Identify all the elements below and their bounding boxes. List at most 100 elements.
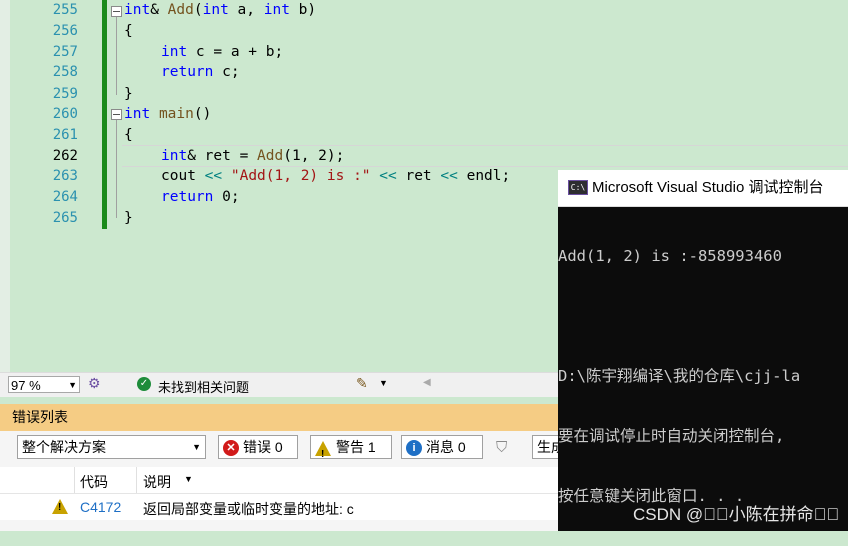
line-number: 258: [52, 64, 78, 80]
code-text: (): [193, 106, 212, 122]
messages-filter-button[interactable]: i 消息 0: [401, 435, 483, 459]
collapse-icon[interactable]: [111, 109, 122, 120]
column-divider: [74, 467, 75, 493]
table-row[interactable]: C4172 返回局部变量或临时变量的地址: c: [0, 494, 558, 520]
code-text: }: [124, 210, 133, 226]
line-number: 255: [52, 2, 78, 18]
error-list-toolbar: 整个解决方案 ▼ ✕错误 0 警告 1 i消息 0 ⛉ 生成: [0, 431, 562, 466]
filter-icon[interactable]: ⛉: [496, 439, 507, 456]
operator: <<: [379, 168, 397, 184]
error-code-link[interactable]: C4172: [80, 499, 121, 515]
column-header-description[interactable]: 说明: [143, 472, 171, 492]
line-number-current: 262: [52, 148, 78, 164]
code-text: (: [193, 2, 203, 18]
code-line[interactable]: return c;: [161, 62, 240, 83]
console-line: 要在调试停止时自动关闭控制台,: [558, 427, 785, 445]
operator: <<: [204, 168, 223, 184]
string-literal: "Add(1, 2) is :": [222, 168, 380, 184]
code-text: {: [124, 127, 133, 143]
zoom-dropdown[interactable]: 97 % ▼: [8, 376, 80, 393]
code-text: c;: [213, 64, 240, 80]
code-line[interactable]: int c = a + b;: [161, 42, 283, 63]
code-line[interactable]: }: [124, 84, 133, 105]
error-list-panel: 错误列表 整个解决方案 ▼ ✕错误 0 警告 1 i消息 0 ⛉ 生成 代码 说…: [0, 404, 562, 531]
warnings-filter-button[interactable]: 警告 1: [310, 435, 392, 466]
keyword: int: [161, 148, 188, 164]
function-name: main: [158, 106, 194, 122]
warning-icon: [315, 440, 331, 466]
chevron-down-icon: ▼: [68, 380, 77, 390]
operator: <<: [440, 168, 458, 184]
code-line[interactable]: }: [124, 208, 133, 229]
fold-guide: [116, 120, 117, 218]
chevron-down-icon[interactable]: ▼: [379, 378, 388, 388]
keyword: int: [202, 2, 229, 18]
line-number: 261: [52, 127, 78, 143]
code-text: cout: [161, 168, 205, 184]
code-text: &: [150, 2, 168, 18]
console-title-bar[interactable]: C:\ Microsoft Visual Studio 调试控制台: [558, 170, 848, 207]
change-tracking-bar: [102, 0, 107, 229]
column-divider: [136, 467, 137, 493]
keyword: int: [124, 2, 151, 18]
code-line[interactable]: {: [124, 21, 133, 42]
line-number: 259: [52, 86, 78, 102]
column-header-code[interactable]: 代码: [80, 472, 108, 492]
code-line[interactable]: cout << "Add(1, 2) is :" << ret << endl;: [161, 166, 510, 187]
line-number: 257: [52, 44, 78, 60]
keyword: int: [263, 2, 290, 18]
line-number: 260: [52, 106, 78, 122]
errors-count: 错误 0: [243, 439, 283, 455]
warnings-count: 警告 1: [336, 439, 376, 455]
code-line-current[interactable]: int& ret = Add(1, 2);: [161, 146, 344, 167]
editor-margin: [0, 0, 10, 372]
code-text: (1, 2);: [283, 148, 345, 164]
issues-status[interactable]: 未找到相关问题: [158, 377, 249, 396]
line-number: 264: [52, 189, 78, 205]
console-app-icon: C:\: [568, 180, 588, 195]
line-number: 256: [52, 23, 78, 39]
intellicode-icon[interactable]: ⚙: [88, 375, 101, 392]
scope-dropdown[interactable]: 整个解决方案 ▼: [17, 435, 206, 459]
collapse-icon[interactable]: [111, 6, 122, 17]
function-name: Add: [167, 2, 194, 18]
console-title: Microsoft Visual Studio 调试控制台: [592, 179, 824, 196]
code-line[interactable]: int& Add(int a, int b): [124, 0, 316, 21]
watermark: CSDN @  小陈在拼命  : [633, 505, 840, 524]
line-number: 263: [52, 168, 78, 184]
code-text: {: [124, 23, 133, 39]
console-output: Add(1, 2) is :-858993460 D:\陈宇翔编译\我的仓库\c…: [558, 206, 848, 546]
zoom-value: 97 %: [11, 378, 41, 393]
code-text: & ret =: [187, 148, 258, 164]
cleanup-brush-icon[interactable]: ✎: [356, 375, 368, 392]
error-list-title[interactable]: 错误列表: [0, 404, 558, 431]
keyword: int: [161, 44, 188, 60]
messages-count: 消息 0: [426, 439, 466, 455]
check-circle-icon: ✓: [137, 377, 151, 391]
error-list-header: 代码 说明 ▼: [0, 467, 558, 494]
code-text: }: [124, 86, 133, 102]
code-text: b): [289, 2, 317, 18]
code-text: endl;: [457, 168, 511, 184]
keyword: return: [161, 64, 214, 80]
sort-down-icon: ▼: [184, 474, 193, 484]
code-line[interactable]: int main(): [124, 104, 211, 125]
error-description: 返回局部变量或临时变量的地址: c: [143, 501, 354, 517]
console-line: D:\陈宇翔编译\我的仓库\cjj-la: [558, 367, 801, 385]
scope-value: 整个解决方案: [22, 439, 106, 455]
code-line[interactable]: return 0;: [161, 187, 240, 208]
scroll-left-icon[interactable]: ◀: [423, 377, 431, 388]
console-line: Add(1, 2) is :-858993460: [558, 247, 782, 265]
errors-filter-button[interactable]: ✕ 错误 0: [218, 435, 298, 459]
debug-console-window[interactable]: C:\ Microsoft Visual Studio 调试控制台 Add(1,…: [558, 170, 848, 531]
chevron-down-icon: ▼: [192, 442, 201, 452]
error-icon: ✕: [223, 440, 239, 457]
code-line[interactable]: {: [124, 125, 133, 146]
warning-icon: [52, 499, 68, 514]
code-text: a,: [228, 2, 264, 18]
editor-status-bar: 97 % ▼ ⚙ ✓ 未找到相关问题 ✎ ▼ ◀: [0, 372, 558, 397]
keyword: return: [161, 189, 214, 205]
info-icon: i: [406, 440, 422, 457]
